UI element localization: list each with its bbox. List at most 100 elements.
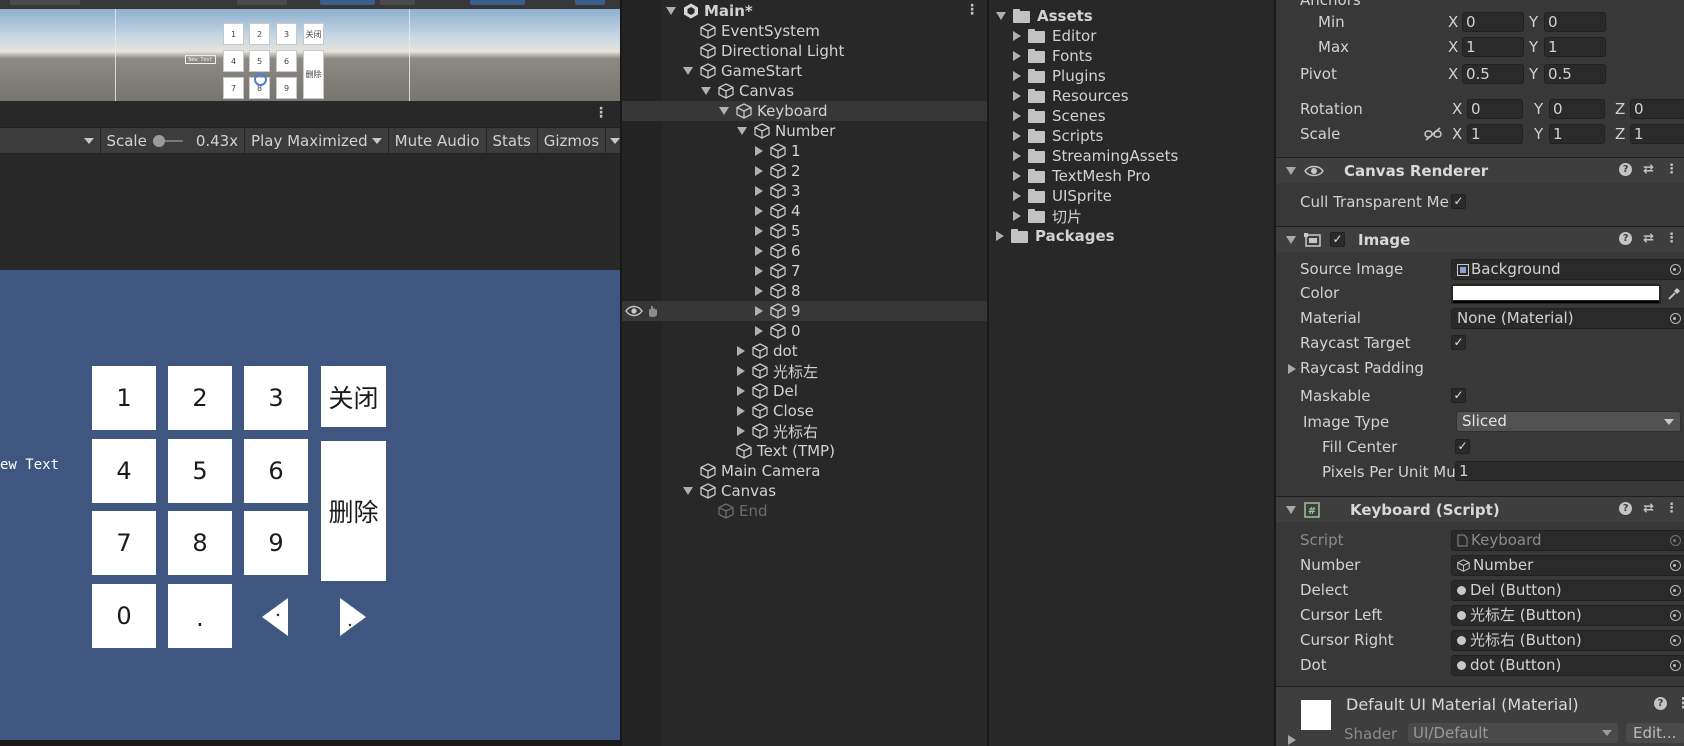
key-2[interactable]: 2 bbox=[168, 366, 232, 430]
key-8[interactable]: 8 bbox=[168, 511, 232, 575]
hierarchy-item-6[interactable]: 6 bbox=[622, 241, 989, 261]
raycast-target-checkbox[interactable]: ✓ bbox=[1451, 335, 1466, 350]
hierarchy-item-cursor-left[interactable]: 光标左 bbox=[622, 361, 989, 381]
expand-arrow-icon[interactable] bbox=[1013, 91, 1021, 101]
key-7[interactable]: 7 bbox=[92, 511, 156, 575]
object-picker-icon[interactable] bbox=[1665, 581, 1684, 600]
cursor-left-button[interactable] bbox=[262, 598, 288, 636]
anchors-min-x-field[interactable]: 0 bbox=[1462, 12, 1524, 32]
keyboard-script-header[interactable]: # Keyboard (Script) ? ⇄ ⋮ bbox=[1276, 496, 1684, 522]
project-folder-fonts[interactable]: Fonts bbox=[1013, 46, 1092, 66]
scale-control[interactable]: Scale 0.43x bbox=[100, 128, 244, 154]
kebab-menu-icon[interactable]: ⋮ bbox=[1665, 162, 1678, 177]
preset-icon[interactable]: ⇄ bbox=[1643, 231, 1654, 246]
anchors-max-x-field[interactable]: 1 bbox=[1462, 37, 1524, 57]
project-folder-scripts[interactable]: Scripts bbox=[1013, 126, 1103, 146]
source-image-field[interactable]: Background bbox=[1451, 259, 1684, 280]
cursor-left-field[interactable]: 光标左 (Button) bbox=[1451, 605, 1684, 626]
hierarchy-item-0[interactable]: 0 bbox=[622, 321, 989, 341]
project-folder-streamingassets[interactable]: StreamingAssets bbox=[1013, 146, 1178, 166]
visibility-toggle-icon[interactable] bbox=[625, 304, 663, 318]
key-6[interactable]: 6 bbox=[244, 439, 308, 503]
expand-arrow-icon[interactable] bbox=[683, 487, 693, 495]
hierarchy-item-1[interactable]: 1 bbox=[622, 141, 989, 161]
stats-toggle[interactable]: Stats bbox=[487, 128, 537, 154]
expand-arrow-icon[interactable] bbox=[1013, 171, 1021, 181]
canvas-renderer-header[interactable]: Canvas Renderer ? ⇄ ⋮ bbox=[1276, 157, 1684, 183]
mute-audio-toggle[interactable]: Mute Audio bbox=[389, 128, 486, 154]
cursor-right-field[interactable]: 光标右 (Button) bbox=[1451, 630, 1684, 651]
hierarchy-item-3[interactable]: 3 bbox=[622, 181, 989, 201]
expand-arrow-icon[interactable] bbox=[755, 206, 763, 216]
close-key[interactable]: 关闭 bbox=[321, 366, 386, 427]
toolbar-chip[interactable] bbox=[380, 0, 415, 5]
hierarchy-item-end[interactable]: End bbox=[622, 501, 989, 521]
object-picker-icon[interactable] bbox=[1665, 606, 1684, 625]
project-folder-assets[interactable]: Assets bbox=[996, 6, 1093, 26]
hierarchy-item-4[interactable]: 4 bbox=[622, 201, 989, 221]
key-4[interactable]: 4 bbox=[92, 439, 156, 503]
dot-field[interactable]: dot (Button) bbox=[1451, 655, 1684, 676]
move-gizmo-icon[interactable] bbox=[254, 73, 267, 86]
hierarchy-item-eventsystem[interactable]: EventSystem bbox=[622, 21, 989, 41]
hierarchy-item-directional-light[interactable]: Directional Light bbox=[622, 41, 989, 61]
rotation-z-field[interactable]: 0 bbox=[1630, 99, 1684, 119]
rotation-y-field[interactable]: 0 bbox=[1549, 99, 1605, 119]
project-folder-editor[interactable]: Editor bbox=[1013, 26, 1096, 46]
shader-dropdown[interactable]: UI/Default bbox=[1408, 723, 1618, 743]
pivot-y-field[interactable]: 0.5 bbox=[1544, 64, 1606, 84]
material-field[interactable]: None (Material) bbox=[1451, 308, 1684, 329]
scene-view[interactable]: New Text 1 2 3 关闭 4 5 6 删除 7 8 9 bbox=[0, 9, 620, 101]
project-folder-slices[interactable]: 切片 bbox=[1013, 206, 1082, 226]
project-folder-scenes[interactable]: Scenes bbox=[1013, 106, 1106, 126]
toolbar-chip[interactable] bbox=[10, 0, 80, 5]
expand-arrow-icon[interactable] bbox=[996, 231, 1004, 241]
preset-icon[interactable]: ⇄ bbox=[1643, 162, 1654, 177]
expand-arrow-icon[interactable] bbox=[737, 386, 745, 396]
project-folder-packages[interactable]: Packages bbox=[996, 226, 1115, 246]
eyedropper-icon[interactable] bbox=[1667, 287, 1681, 301]
color-field[interactable] bbox=[1451, 284, 1661, 304]
hierarchy-item-dot[interactable]: dot bbox=[622, 341, 989, 361]
toolbar-chip[interactable] bbox=[575, 0, 605, 5]
delect-field[interactable]: Del (Button) bbox=[1451, 580, 1684, 601]
foldout-arrow-icon[interactable] bbox=[1288, 735, 1296, 745]
scale-x-field[interactable]: 1 bbox=[1467, 124, 1523, 144]
hierarchy-item-7[interactable]: 7 bbox=[622, 261, 989, 281]
expand-arrow-icon[interactable] bbox=[1013, 211, 1021, 221]
expand-arrow-icon[interactable] bbox=[755, 226, 763, 236]
expand-arrow-icon[interactable] bbox=[737, 346, 745, 356]
display-dropdown[interactable] bbox=[0, 128, 100, 154]
key-9[interactable]: 9 bbox=[244, 511, 308, 575]
scale-slider[interactable] bbox=[152, 134, 183, 147]
kebab-menu-icon[interactable]: ⋮ bbox=[1676, 694, 1684, 712]
foldout-arrow-icon[interactable] bbox=[1286, 505, 1296, 514]
expand-arrow-icon[interactable] bbox=[755, 186, 763, 196]
toolbar-chip[interactable] bbox=[320, 0, 375, 5]
hierarchy-item-close[interactable]: Close bbox=[622, 401, 989, 421]
gizmos-dropdown[interactable] bbox=[606, 128, 620, 154]
help-icon[interactable]: ? bbox=[1619, 232, 1633, 245]
expand-arrow-icon[interactable] bbox=[755, 326, 763, 336]
expand-arrow-icon[interactable] bbox=[755, 166, 763, 176]
pivot-x-field[interactable]: 0.5 bbox=[1462, 64, 1524, 84]
image-type-dropdown[interactable]: Sliced bbox=[1456, 411, 1681, 432]
scale-y-field[interactable]: 1 bbox=[1549, 124, 1605, 144]
preset-icon[interactable]: ⇄ bbox=[1643, 501, 1654, 516]
foldout-arrow-icon[interactable] bbox=[1286, 166, 1296, 175]
hierarchy-item-keyboard[interactable]: Keyboard bbox=[622, 101, 989, 121]
expand-arrow-icon[interactable] bbox=[755, 266, 763, 276]
play-maximized-dropdown[interactable]: Play Maximized bbox=[245, 128, 388, 154]
project-folder-uisprite[interactable]: UISprite bbox=[1013, 186, 1112, 206]
hierarchy-item-9[interactable]: 9 bbox=[622, 301, 989, 321]
expand-arrow-icon[interactable] bbox=[1013, 151, 1021, 161]
expand-arrow-icon[interactable] bbox=[737, 127, 747, 135]
help-icon[interactable]: ? bbox=[1619, 163, 1633, 176]
expand-arrow-icon[interactable] bbox=[1013, 131, 1021, 141]
help-icon[interactable]: ? bbox=[1654, 697, 1667, 710]
expand-arrow-icon[interactable] bbox=[666, 7, 676, 15]
expand-arrow-icon[interactable] bbox=[755, 146, 763, 156]
expand-arrow-icon[interactable] bbox=[683, 67, 693, 75]
kebab-menu-icon[interactable]: ⋮ bbox=[1665, 231, 1678, 246]
rotation-x-field[interactable]: 0 bbox=[1467, 99, 1523, 119]
